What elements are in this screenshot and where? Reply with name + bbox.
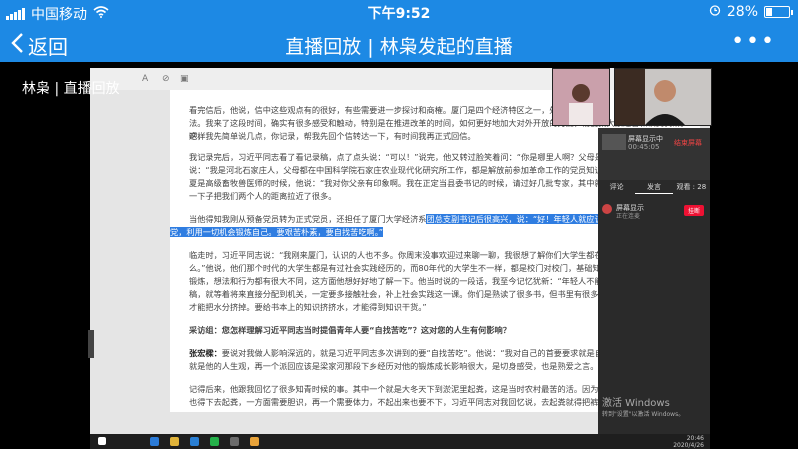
panel-tabs: 评论 发言 观看 : 28 xyxy=(598,180,710,194)
hangup-button[interactable]: 挂断 xyxy=(683,205,704,216)
end-share-button[interactable]: 结束屏幕 xyxy=(674,138,702,148)
image-icon[interactable]: ▣ xyxy=(180,74,189,84)
taskbar-date: 2020/4/26 xyxy=(673,442,704,449)
tab-viewers[interactable]: 观看 : 28 xyxy=(673,180,710,194)
watermark-title: 激活 Windows xyxy=(602,398,670,409)
selected-text: 党，利用一切机会锻炼自己。要艰苦朴素，要自找苦吃啊。” xyxy=(170,227,384,237)
camera-thumbnail-1[interactable] xyxy=(552,68,610,126)
link-icon[interactable]: ⊘ xyxy=(162,74,170,84)
camera-thumbnail-2[interactable] xyxy=(614,68,712,126)
alarm-icon xyxy=(709,4,721,20)
edge-icon[interactable] xyxy=(150,437,159,446)
doc-text: 当他得知我刚从预备党员转为正式党员，还担任了厦门大学经济系 xyxy=(189,214,427,224)
status-bar: 中国移动 下午9:52 28% xyxy=(0,0,798,26)
screen-share-strip: 屏幕显示中 00:45:05 结束屏幕 xyxy=(598,128,710,180)
video-overlay-title: 林枭 | 直播回放 xyxy=(22,81,120,97)
activate-windows-watermark: 激活 Windows 转到"设置"以激活 Windows。 xyxy=(602,394,684,418)
live-panel: 屏幕显示中 00:45:05 结束屏幕 评论 发言 观看 : 28 屏幕显示 正… xyxy=(598,128,710,434)
font-size-icon[interactable]: A xyxy=(142,74,148,84)
more-button[interactable]: ••• xyxy=(731,29,776,54)
doc-highlight-line[interactable]: 党，利用一切机会锻炼自己。要艰苦朴素，要自找苦吃啊。” xyxy=(170,226,670,239)
app-icon[interactable] xyxy=(250,437,259,446)
selected-text: 团总支副书记后很高兴，说：“好！年轻人就应该要 xyxy=(426,214,611,224)
tab-speak[interactable]: 发言 xyxy=(635,180,673,194)
battery-percent: 28% xyxy=(726,4,758,20)
taskbar-time: 20:46 xyxy=(686,435,704,442)
speaker-name: 张宏樑： xyxy=(189,348,222,358)
wechat-icon[interactable] xyxy=(210,437,219,446)
taskbar-clock[interactable]: 20:46 2020/4/26 xyxy=(673,435,704,449)
taskbar: 20:46 2020/4/26 xyxy=(90,434,710,449)
page-title: 直播回放 | 林枭发起的直播 xyxy=(285,36,513,58)
app-icon[interactable] xyxy=(230,437,239,446)
speaker-row: 屏幕显示 正在连麦 挂断 xyxy=(602,202,706,220)
side-handle[interactable] xyxy=(88,330,94,358)
tab-comments[interactable]: 评论 xyxy=(598,180,635,194)
screen-share-time: 00:45:05 xyxy=(628,143,660,151)
watermark-subtitle: 转到"设置"以激活 Windows。 xyxy=(602,411,685,418)
store-icon[interactable] xyxy=(190,437,199,446)
nav-bar: 返回 直播回放 | 林枭发起的直播 ••• xyxy=(0,26,798,62)
battery-icon xyxy=(764,6,793,18)
doc-text: 要说对我做人影响深远的，就是习近平同志多次讲到的要“自找苦吃”。他说：“我对自己… xyxy=(221,348,603,358)
avatar xyxy=(602,204,612,214)
folder-icon[interactable] xyxy=(170,437,179,446)
speaker-status: 正在连麦 xyxy=(616,213,641,220)
clock: 下午9:52 xyxy=(367,6,431,22)
windows-start-icon[interactable] xyxy=(98,437,106,445)
screen-share-thumb xyxy=(602,134,626,150)
